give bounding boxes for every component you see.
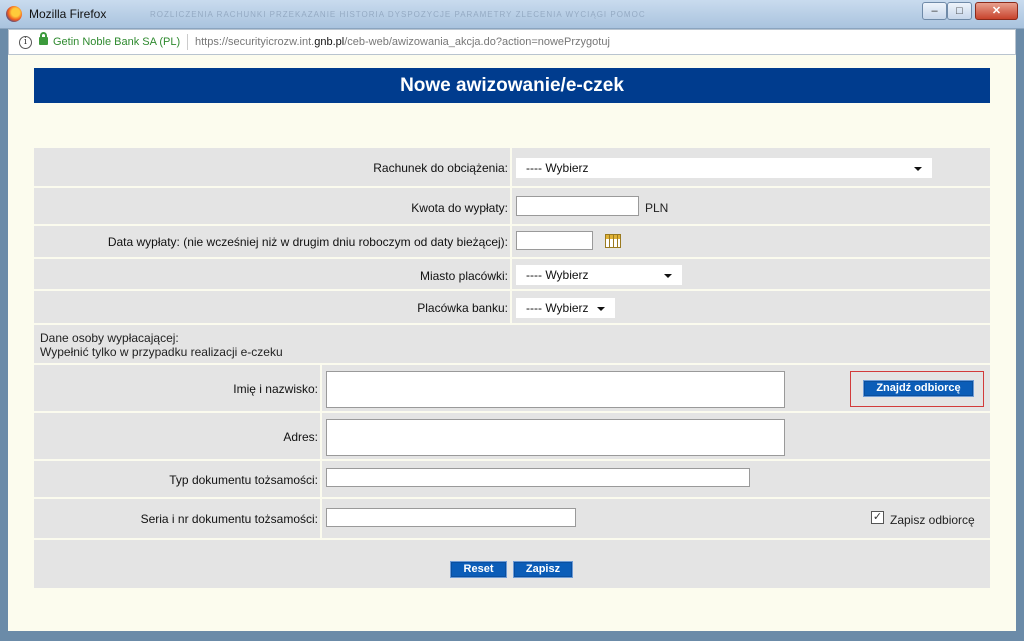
amount-label: Kwota do wypłaty:: [411, 201, 508, 215]
doc-number-label: Seria i nr dokumentu tożsamości:: [140, 512, 318, 526]
person-section-note: Wypełnić tylko w przypadku realizacji e-…: [40, 345, 283, 359]
row-city: Miasto placówki: ---- Wybierz: [34, 259, 990, 291]
row-name: Imię i nazwisko: Znajdź odbiorcę: [34, 365, 990, 413]
url-prefix: https://securityicrozw.int.: [195, 36, 315, 48]
row-divider: [320, 461, 322, 497]
info-icon[interactable]: i: [19, 36, 32, 49]
date-input[interactable]: [516, 231, 593, 250]
row-branch: Placówka banku: ---- Wybierz: [34, 291, 990, 325]
lock-icon[interactable]: [39, 32, 48, 45]
row-doc-type: Typ dokumentu tożsamości:: [34, 461, 990, 499]
doc-type-input[interactable]: [326, 468, 750, 487]
account-select-value: ---- Wybierz: [526, 161, 589, 175]
row-doc-number: Seria i nr dokumentu tożsamości: ✓ Zapis…: [34, 499, 990, 540]
row-address: Adres:: [34, 413, 990, 461]
amount-input[interactable]: [516, 196, 639, 216]
city-select-value: ---- Wybierz: [526, 268, 589, 282]
name-label: Imię i nazwisko:: [233, 382, 318, 396]
row-divider: [320, 499, 322, 538]
person-section-heading: Dane osoby wypłacającej:: [40, 331, 179, 345]
account-select[interactable]: ---- Wybierz: [516, 158, 932, 178]
branch-label: Placówka banku:: [417, 301, 508, 315]
url-domain: gnb.pl: [314, 36, 345, 48]
minimize-button[interactable]: –: [922, 2, 947, 20]
currency-label: PLN: [645, 201, 669, 215]
branch-select[interactable]: ---- Wybierz: [516, 298, 615, 318]
account-label: Rachunek do obciążenia:: [373, 161, 508, 175]
row-divider: [320, 413, 322, 459]
awizowanie-form: Rachunek do obciążenia: ---- Wybierz Kwo…: [34, 148, 990, 588]
row-divider: [320, 365, 322, 411]
firefox-icon: [6, 6, 22, 22]
calendar-icon[interactable]: [605, 234, 621, 248]
url-suffix: /ceb-web/awizowania_akcja.do?action=nowe…: [344, 36, 610, 48]
address-label: Adres:: [283, 430, 318, 444]
row-person-section: Dane osoby wypłacającej: Wypełnić tylko …: [34, 325, 990, 365]
name-input[interactable]: [326, 371, 785, 408]
save-recipient-checkbox[interactable]: ✓: [871, 511, 884, 524]
chevron-down-icon: [664, 274, 672, 278]
doc-type-label: Typ dokumentu tożsamości:: [169, 473, 318, 487]
row-account: Rachunek do obciążenia: ---- Wybierz: [34, 148, 990, 188]
window-title: Mozilla Firefox: [29, 7, 107, 21]
city-label: Miasto placówki:: [419, 269, 508, 283]
row-amount: Kwota do wypłaty: PLN: [34, 188, 990, 226]
branch-select-value: ---- Wybierz: [526, 301, 589, 315]
background-menu-ghost: ROZLICZENIA RACHUNKI PRZEKAZANIE HISTORI…: [150, 10, 646, 19]
url-text[interactable]: https://securityicrozw.int.gnb.pl/ceb-we…: [195, 36, 610, 48]
date-label: Data wypłaty: (nie wcześniej niż w drugi…: [107, 235, 508, 249]
city-select[interactable]: ---- Wybierz: [516, 265, 682, 285]
save-recipient-label: Zapisz odbiorcę: [890, 513, 975, 527]
window-titlebar: Mozilla Firefox ROZLICZENIA RACHUNKI PRZ…: [0, 0, 1024, 29]
page-title: Nowe awizowanie/e-czek: [34, 68, 990, 103]
save-button[interactable]: Zapisz: [513, 561, 573, 578]
find-recipient-button[interactable]: Znajdź odbiorcę: [863, 380, 974, 397]
site-identity[interactable]: Getin Noble Bank SA (PL): [53, 36, 180, 48]
close-button[interactable]: ✕: [975, 2, 1018, 20]
url-separator: [187, 34, 188, 50]
url-bar[interactable]: i Getin Noble Bank SA (PL) https://secur…: [8, 29, 1016, 55]
row-divider: [510, 148, 512, 186]
row-divider: [510, 259, 512, 289]
chevron-down-icon: [597, 307, 605, 311]
chevron-down-icon: [914, 167, 922, 171]
reset-button[interactable]: Reset: [450, 561, 507, 578]
row-date: Data wypłaty: (nie wcześniej niż w drugi…: [34, 226, 990, 259]
maximize-button[interactable]: □: [947, 2, 972, 20]
doc-number-input[interactable]: [326, 508, 576, 527]
row-divider: [510, 291, 512, 323]
page-content: Nowe awizowanie/e-czek Rachunek do obcią…: [8, 55, 1016, 631]
address-input[interactable]: [326, 419, 785, 456]
row-divider: [510, 188, 512, 224]
row-divider: [510, 226, 512, 257]
checkmark-icon: ✓: [872, 511, 883, 523]
